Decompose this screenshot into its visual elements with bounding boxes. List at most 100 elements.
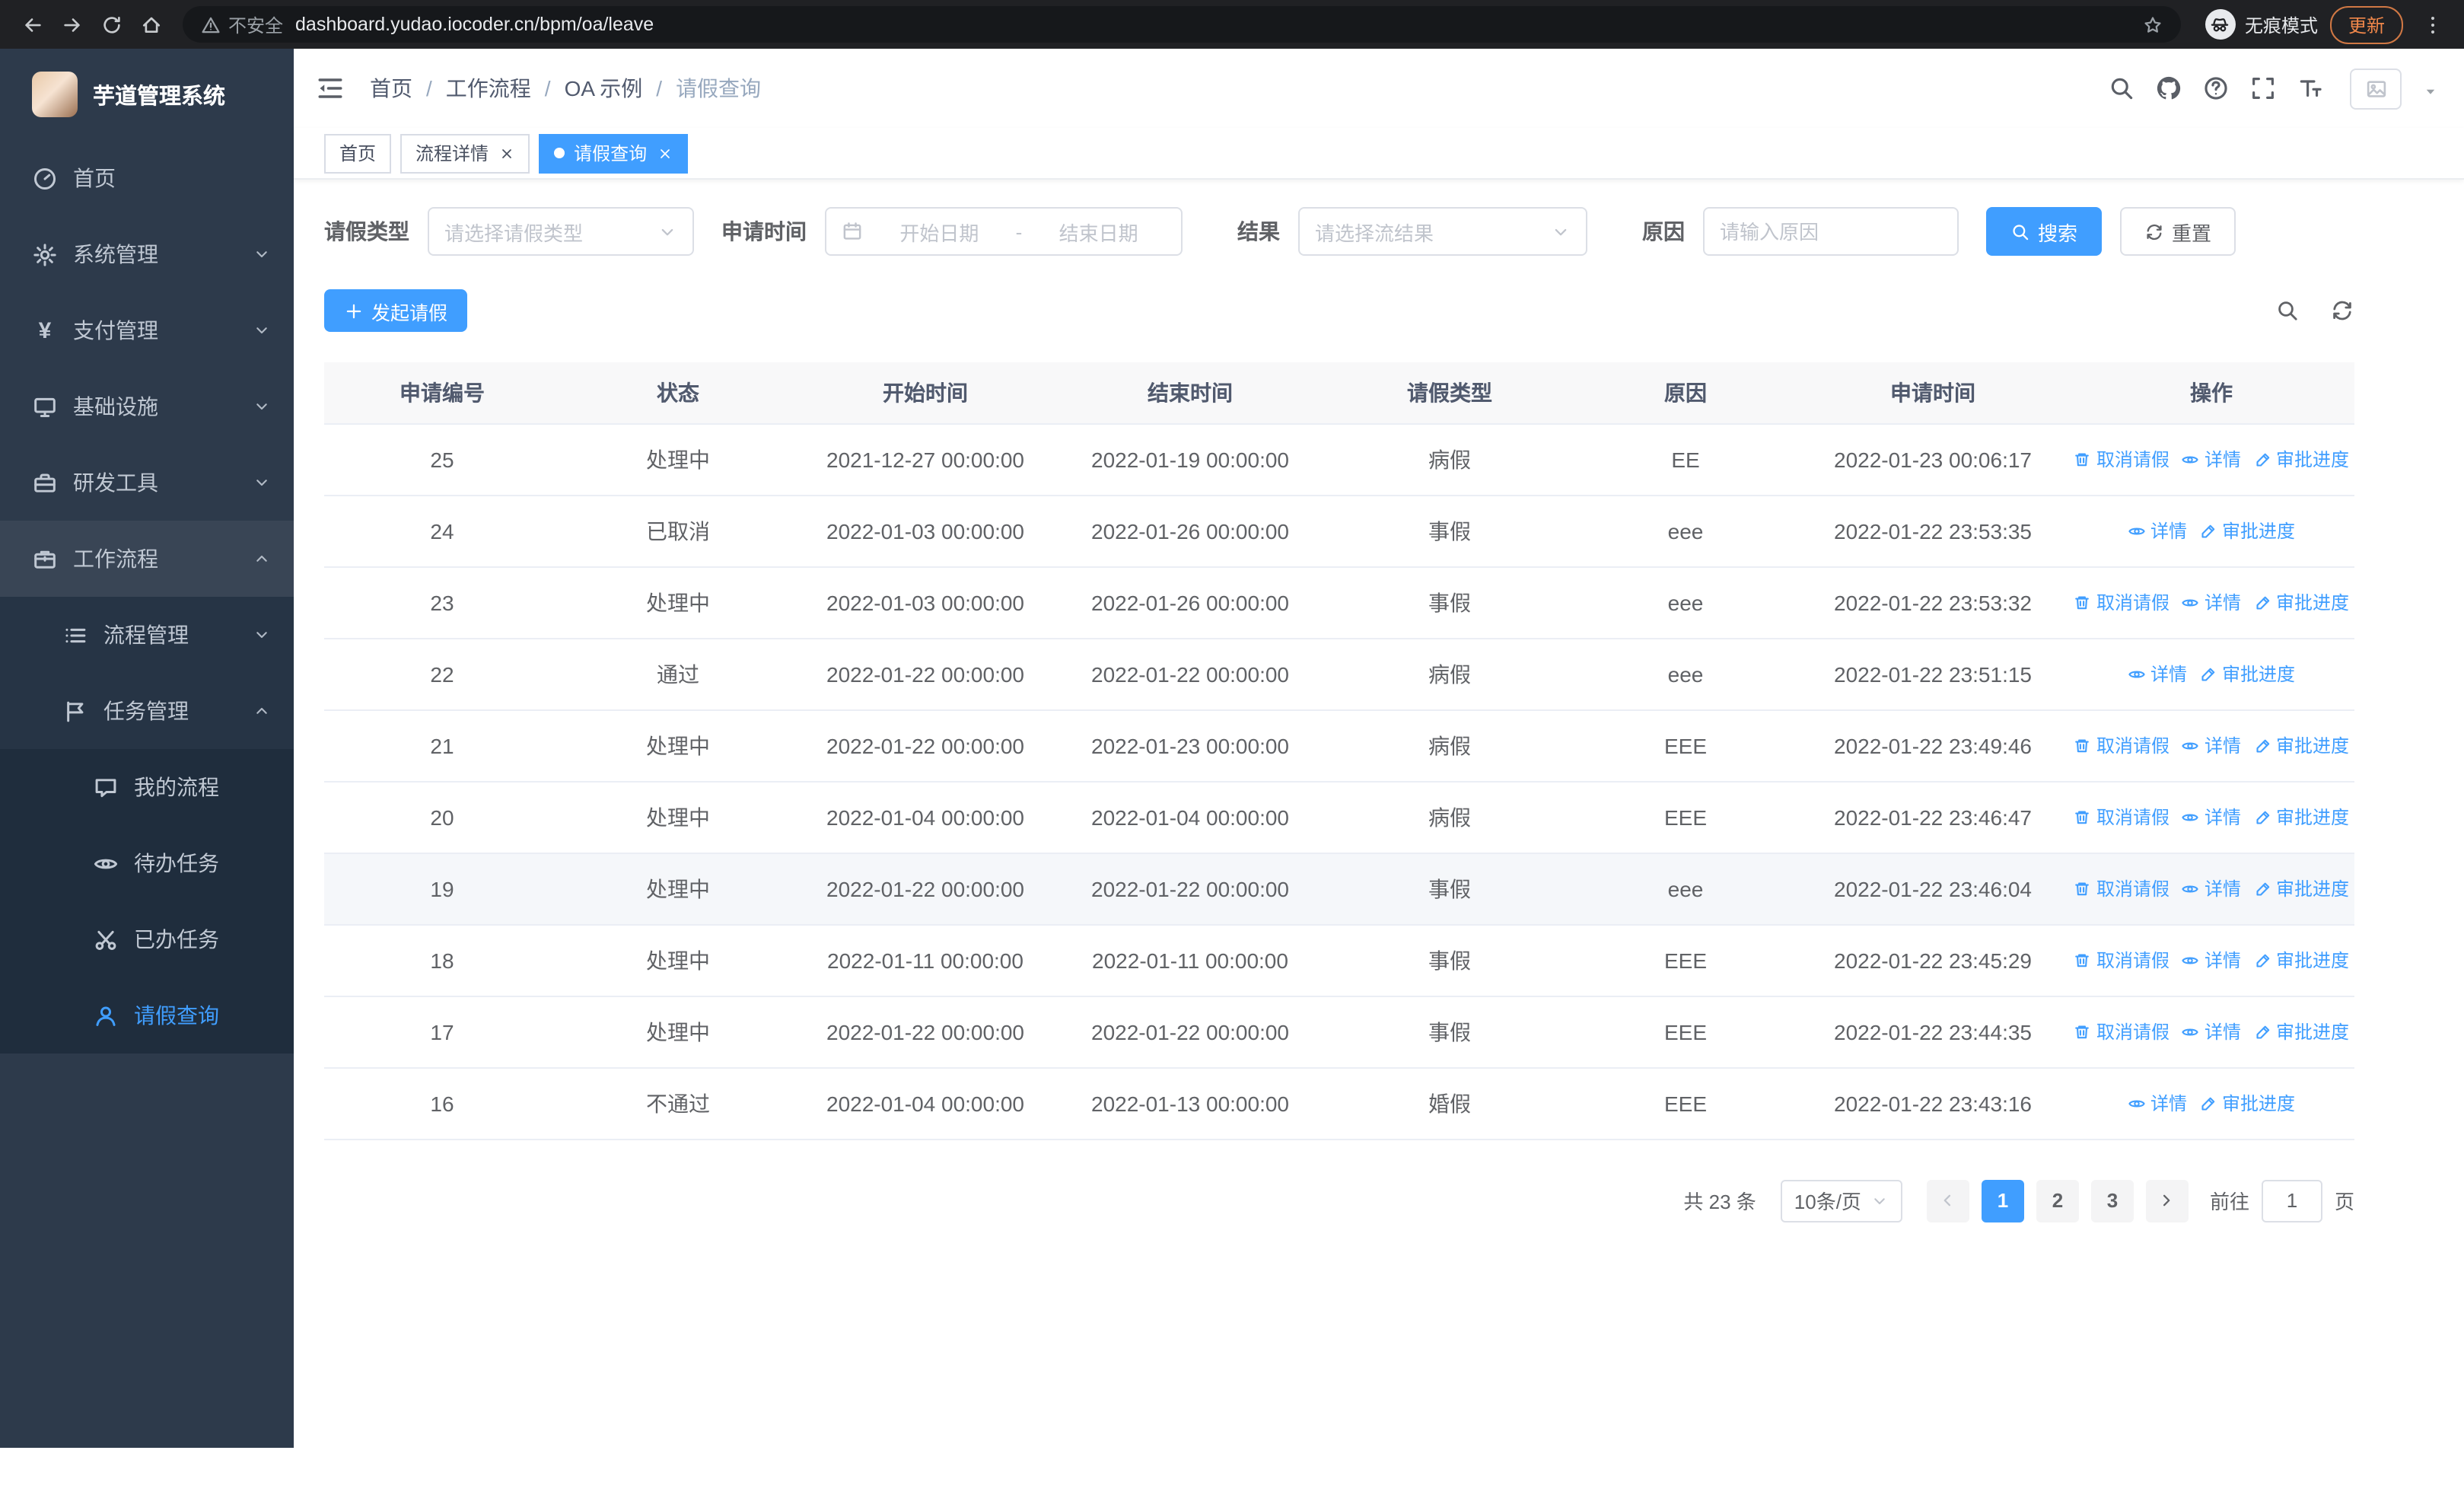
browser-back-button[interactable]	[12, 5, 52, 44]
breadcrumb-item-oa-example[interactable]: OA 示例	[565, 73, 643, 104]
breadcrumb-separator: /	[544, 76, 551, 100]
close-icon[interactable]	[657, 145, 673, 161]
header-search-icon[interactable]	[2108, 75, 2135, 102]
detail-link[interactable]: 详情	[2182, 446, 2241, 472]
sidebar-collapse-icon[interactable]	[315, 73, 345, 104]
toggle-search-icon[interactable]	[2275, 298, 2300, 323]
help-icon[interactable]	[2202, 75, 2230, 102]
prev-page-button[interactable]	[1926, 1179, 1969, 1222]
page-size-value: 10条/页	[1794, 1191, 1861, 1213]
user-avatar[interactable]	[2350, 68, 2402, 109]
sidebar-item-8[interactable]: 我的流程	[0, 749, 294, 825]
sidebar-item-6[interactable]: 流程管理	[0, 597, 294, 673]
cell-status: 处理中	[560, 996, 796, 1068]
detail-link[interactable]: 详情	[2182, 589, 2241, 615]
cell-end-time: 2022-01-04 00:00:00	[1055, 781, 1326, 853]
browser-update-button[interactable]: 更新	[2329, 5, 2403, 43]
user-menu-caret-icon[interactable]	[2421, 81, 2440, 100]
approval-progress-link[interactable]: 审批进度	[2253, 875, 2349, 901]
approval-progress-link[interactable]: 审批进度	[2253, 1018, 2349, 1044]
bookmark-star-icon[interactable]	[2143, 14, 2163, 34]
url-bar[interactable]: 不安全 dashboard.yudao.iocoder.cn/bpm/oa/le…	[183, 6, 2181, 43]
tab-label: 首页	[339, 143, 377, 164]
approval-progress-link[interactable]: 审批进度	[2253, 732, 2349, 758]
sidebar-item-10[interactable]: 已办任务	[0, 901, 294, 977]
cell-reason: eee	[1574, 638, 1797, 710]
approval-progress-link[interactable]: 审批进度	[2199, 1090, 2295, 1116]
tab-process-detail[interactable]: 流程详情	[400, 133, 530, 173]
apply-time-range-picker[interactable]: 开始日期 - 结束日期	[825, 207, 1183, 256]
tab-leave-query[interactable]: 请假查询	[539, 133, 689, 173]
reason-input[interactable]	[1703, 207, 1959, 256]
refresh-table-icon[interactable]	[2330, 298, 2354, 323]
approval-progress-link[interactable]: 审批进度	[2253, 589, 2349, 615]
sidebar-item-0[interactable]: 首页	[0, 140, 294, 216]
browser-home-button[interactable]	[131, 5, 170, 44]
breadcrumb-item-workflow[interactable]: 工作流程	[446, 73, 531, 104]
page-size-select[interactable]: 10条/页	[1780, 1179, 1902, 1222]
sidebar-item-label: 待办任务	[134, 851, 219, 875]
page-button-2[interactable]: 2	[2036, 1179, 2079, 1222]
detail-link[interactable]: 详情	[2182, 875, 2241, 901]
page-button-1[interactable]: 1	[1981, 1179, 2024, 1222]
sidebar-item-11[interactable]: 请假查询	[0, 977, 294, 1054]
cancel-leave-link[interactable]: 取消请假	[2074, 1018, 2170, 1044]
browser-reload-button[interactable]	[91, 5, 131, 44]
app-logo-row[interactable]: 芋道管理系统	[0, 49, 294, 140]
github-icon[interactable]	[2155, 75, 2182, 102]
goto-page-input[interactable]	[2261, 1179, 2322, 1222]
sidebar-item-1[interactable]: 系统管理	[0, 216, 294, 292]
cancel-leave-link[interactable]: 取消请假	[2074, 589, 2170, 615]
detail-link[interactable]: 详情	[2128, 518, 2187, 543]
cancel-leave-link[interactable]: 取消请假	[2074, 875, 2170, 901]
tab-home[interactable]: 首页	[324, 133, 392, 173]
approval-progress-link[interactable]: 审批进度	[2253, 804, 2349, 830]
fullscreen-icon[interactable]	[2249, 75, 2277, 102]
cell-apply-time: 2022-01-23 00:06:17	[1797, 423, 2068, 496]
approval-progress-link[interactable]: 审批进度	[2253, 446, 2349, 472]
incognito-icon	[2205, 9, 2236, 40]
approval-progress-label: 审批进度	[2276, 592, 2350, 614]
security-warning-icon	[201, 14, 221, 34]
approval-progress-link[interactable]: 审批进度	[2199, 518, 2295, 543]
detail-link[interactable]: 详情	[2182, 804, 2241, 830]
next-page-button[interactable]	[2145, 1179, 2189, 1222]
table-row-18: 18 处理中 2022-01-11 00:00:00 2022-01-11 00:00…	[324, 924, 2354, 996]
cancel-leave-link[interactable]: 取消请假	[2074, 446, 2170, 472]
sidebar-item-9[interactable]: 待办任务	[0, 825, 294, 901]
detail-link[interactable]: 详情	[2182, 1018, 2241, 1044]
detail-link[interactable]: 详情	[2128, 661, 2187, 687]
cell-reason: EEE	[1574, 996, 1797, 1068]
navbar: 首页 / 工作流程 / OA 示例 / 请假查询	[294, 49, 2464, 128]
cancel-leave-link[interactable]: 取消请假	[2074, 947, 2170, 973]
cell-request-id: 16	[324, 1067, 560, 1140]
detail-link[interactable]: 详情	[2128, 1090, 2187, 1116]
detail-link[interactable]: 详情	[2182, 732, 2241, 758]
column-header-request-id: 申请编号	[324, 362, 560, 424]
browser-forward-button[interactable]	[52, 5, 91, 44]
font-size-icon[interactable]	[2297, 75, 2324, 102]
detail-label: 详情	[2204, 878, 2241, 900]
result-select[interactable]: 请选择流结果	[1298, 207, 1587, 256]
browser-menu-button[interactable]	[2412, 5, 2452, 44]
cancel-leave-link[interactable]: 取消请假	[2074, 732, 2170, 758]
reset-button[interactable]: 重置	[2120, 207, 2236, 256]
leave-type-select[interactable]: 请选择请假类型	[428, 207, 694, 256]
cell-reason: EE	[1574, 423, 1797, 496]
sidebar-item-3[interactable]: 基础设施	[0, 368, 294, 445]
cell-end-time: 2022-01-13 00:00:00	[1055, 1067, 1326, 1140]
create-leave-button[interactable]: 发起请假	[324, 289, 468, 332]
cancel-leave-link[interactable]: 取消请假	[2074, 804, 2170, 830]
approval-progress-link[interactable]: 审批进度	[2199, 661, 2295, 687]
search-button[interactable]: 搜索	[1986, 207, 2103, 256]
sidebar-item-4[interactable]: 研发工具	[0, 445, 294, 521]
breadcrumb-item-home[interactable]: 首页	[370, 73, 412, 104]
gear-icon	[32, 241, 58, 267]
approval-progress-link[interactable]: 审批进度	[2253, 947, 2349, 973]
detail-link[interactable]: 详情	[2182, 947, 2241, 973]
sidebar-item-2[interactable]: ¥ 支付管理	[0, 292, 294, 368]
close-icon[interactable]	[499, 145, 514, 161]
sidebar-item-5[interactable]: 工作流程	[0, 521, 294, 597]
page-button-3[interactable]: 3	[2090, 1179, 2134, 1222]
sidebar-item-7[interactable]: 任务管理	[0, 673, 294, 749]
